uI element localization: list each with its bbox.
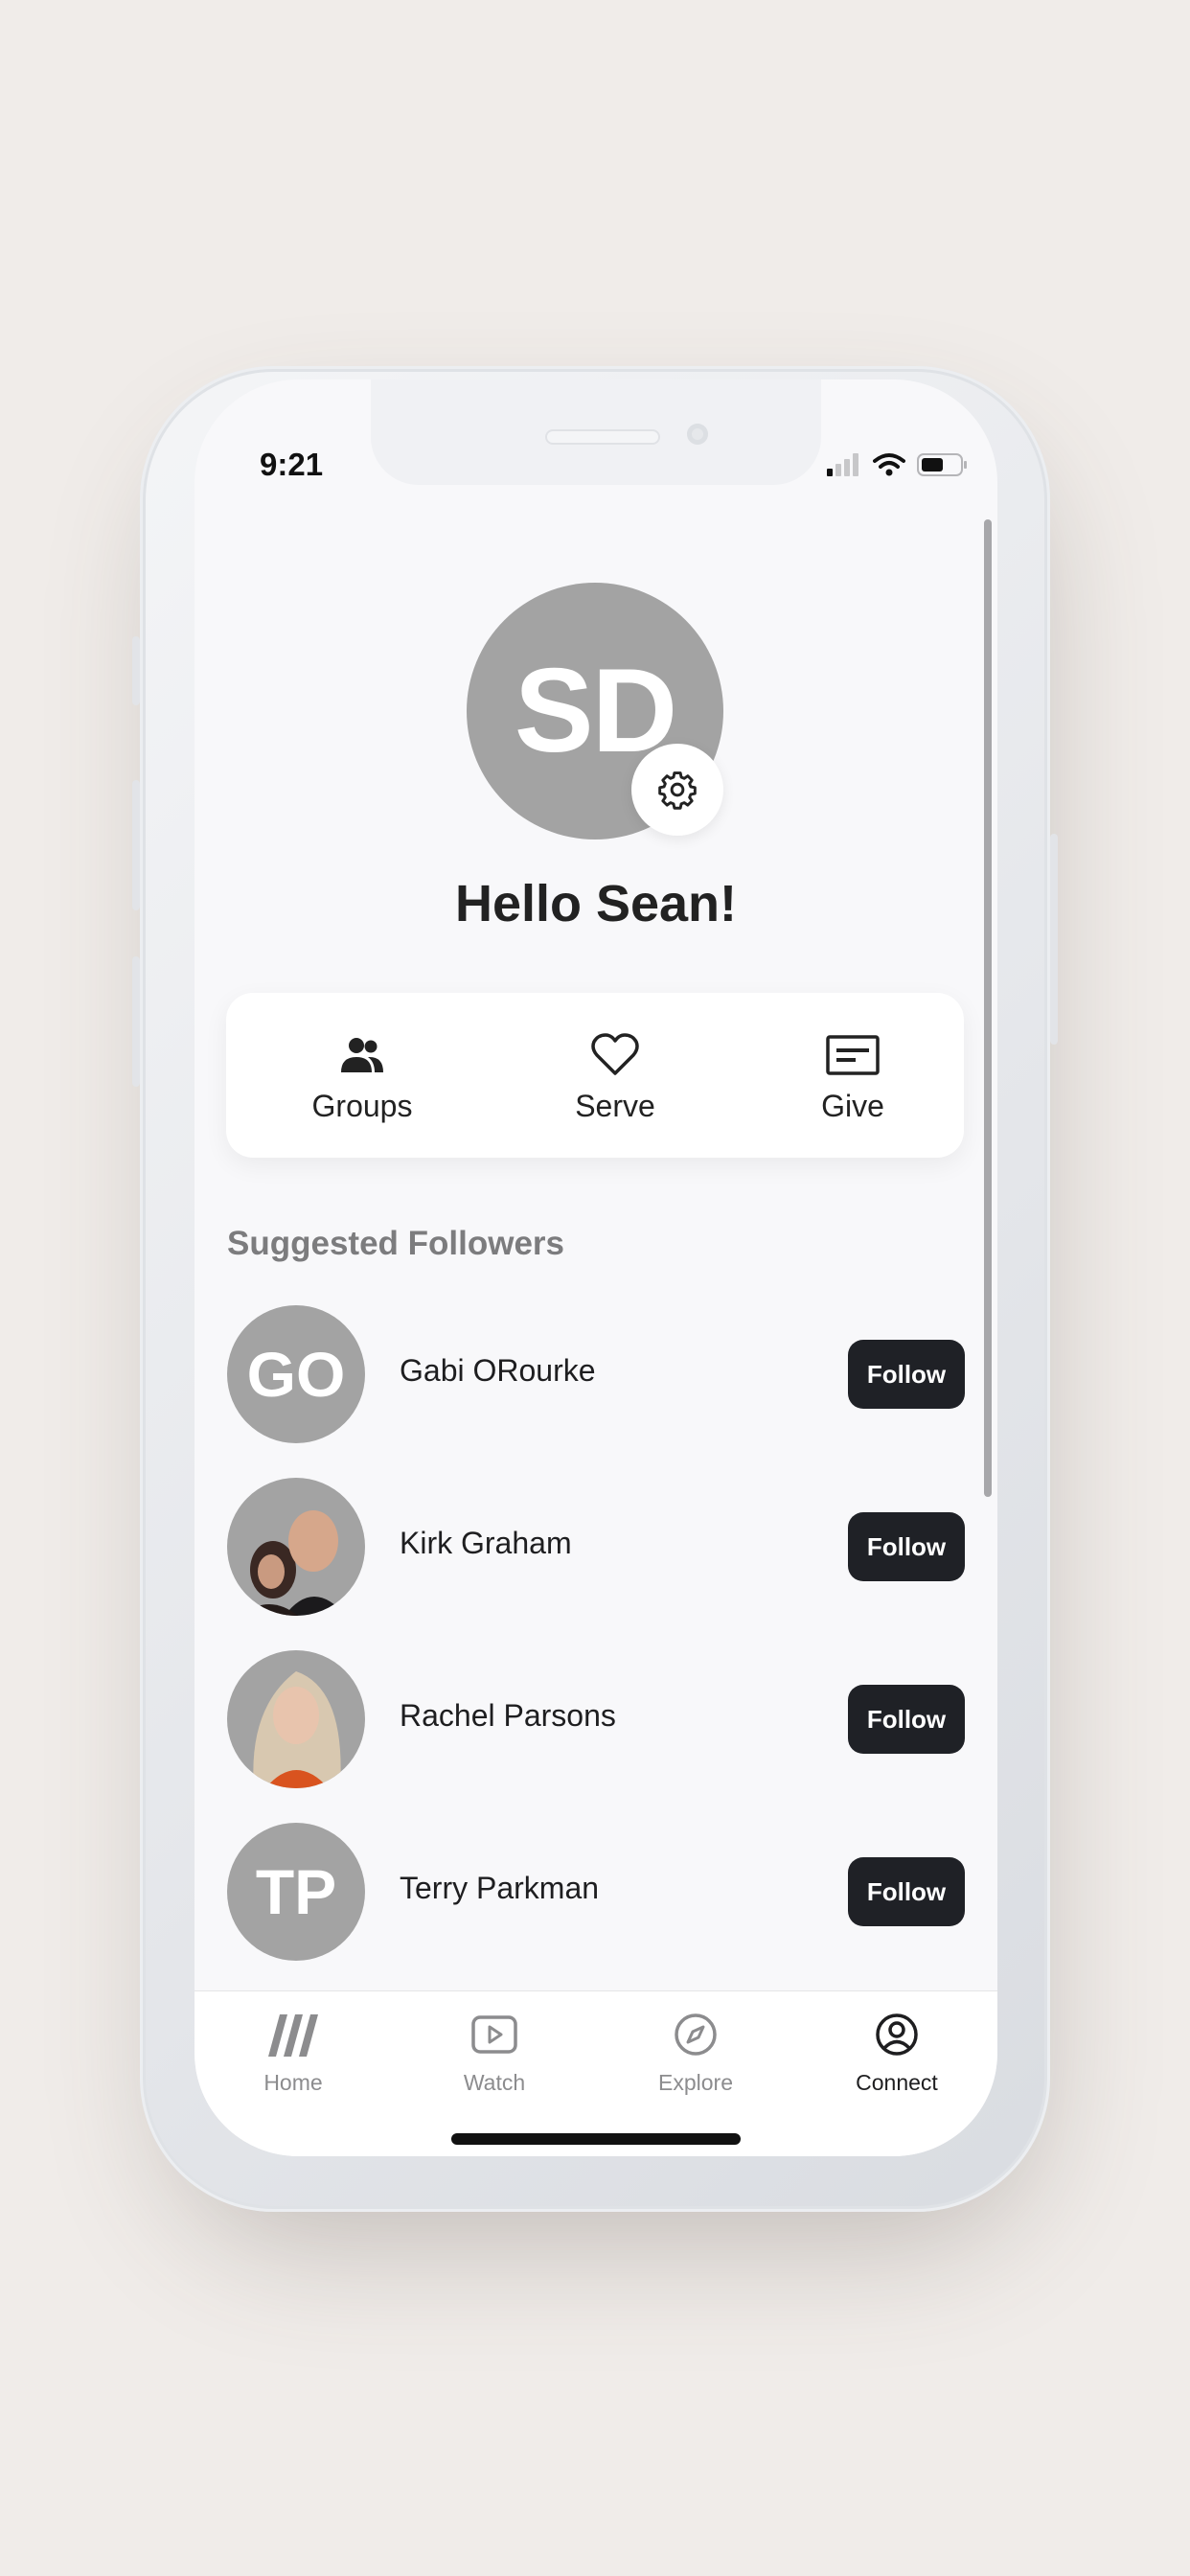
home-indicator[interactable] bbox=[451, 2133, 741, 2145]
groups-action[interactable]: Groups bbox=[266, 1029, 458, 1124]
follower-name[interactable]: Kirk Graham bbox=[400, 1526, 572, 1561]
user-circle-icon bbox=[876, 2013, 918, 2056]
power-button bbox=[1050, 834, 1058, 1045]
people-icon bbox=[341, 1038, 383, 1072]
status-icons bbox=[827, 452, 969, 477]
app-screen: 9:21 SD Hello Sean! Groups Serve Give Su… bbox=[195, 380, 997, 2156]
status-time: 9:21 bbox=[260, 447, 324, 482]
list-item: Kirk Graham Follow bbox=[227, 1478, 965, 1616]
profile-photo bbox=[240, 1510, 346, 1616]
silent-switch bbox=[132, 636, 140, 705]
avatar-initials: TP bbox=[255, 1856, 337, 1927]
list-item: TP Terry Parkman Follow bbox=[227, 1823, 965, 1961]
gear-icon bbox=[658, 771, 697, 810]
front-camera bbox=[687, 424, 708, 445]
follow-button[interactable]: Follow bbox=[848, 1857, 965, 1926]
avatar[interactable] bbox=[227, 1478, 365, 1616]
follower-name[interactable]: Gabi ORourke bbox=[400, 1353, 596, 1389]
speaker-grille bbox=[545, 429, 660, 445]
tab-connect[interactable]: Connect bbox=[820, 2005, 973, 2096]
notch bbox=[371, 380, 821, 485]
avatar[interactable]: TP bbox=[227, 1823, 365, 1961]
tab-label: Watch bbox=[463, 2070, 526, 2095]
settings-button[interactable] bbox=[631, 744, 723, 836]
logo-icon bbox=[268, 2014, 318, 2057]
tab-home[interactable]: Home bbox=[217, 2005, 370, 2096]
tab-explore[interactable]: Explore bbox=[619, 2005, 772, 2096]
heart-icon bbox=[591, 1033, 639, 1075]
profile-photo bbox=[253, 1671, 341, 1788]
give-label: Give bbox=[821, 1089, 884, 1123]
wifi-icon bbox=[873, 453, 905, 476]
tab-watch[interactable]: Watch bbox=[418, 2005, 571, 2096]
avatar[interactable] bbox=[227, 1650, 365, 1788]
follow-button[interactable]: Follow bbox=[848, 1512, 965, 1581]
volume-down-button bbox=[132, 956, 140, 1087]
quick-actions-card: Groups Serve Give bbox=[226, 993, 964, 1158]
tab-label: Explore bbox=[658, 2070, 733, 2095]
suggested-followers-title: Suggested Followers bbox=[227, 1225, 564, 1262]
volume-up-button bbox=[132, 780, 140, 910]
groups-label: Groups bbox=[311, 1089, 413, 1123]
card-icon bbox=[826, 1035, 880, 1075]
tab-label: Connect bbox=[856, 2070, 938, 2095]
avatar[interactable]: GO bbox=[227, 1305, 365, 1443]
tab-label: Home bbox=[263, 2070, 323, 2095]
follow-button[interactable]: Follow bbox=[848, 1685, 965, 1754]
list-item: GO Gabi ORourke Follow bbox=[227, 1305, 965, 1443]
follower-name[interactable]: Rachel Parsons bbox=[400, 1698, 616, 1734]
serve-action[interactable]: Serve bbox=[519, 1029, 711, 1124]
compass-icon bbox=[675, 2013, 717, 2056]
greeting-heading: Hello Sean! bbox=[454, 875, 738, 932]
scrollbar[interactable] bbox=[984, 519, 992, 1497]
signal-icon bbox=[827, 453, 858, 476]
tab-bar: Home Watch Explore Connect bbox=[195, 1990, 997, 2156]
serve-label: Serve bbox=[575, 1089, 655, 1123]
battery-icon bbox=[917, 453, 967, 476]
follow-button[interactable]: Follow bbox=[848, 1340, 965, 1409]
list-item: Rachel Parsons Follow bbox=[227, 1650, 965, 1788]
give-action[interactable]: Give bbox=[757, 1029, 949, 1124]
play-icon bbox=[471, 2015, 517, 2054]
avatar-initials: GO bbox=[246, 1339, 346, 1410]
follower-name[interactable]: Terry Parkman bbox=[400, 1871, 599, 1906]
